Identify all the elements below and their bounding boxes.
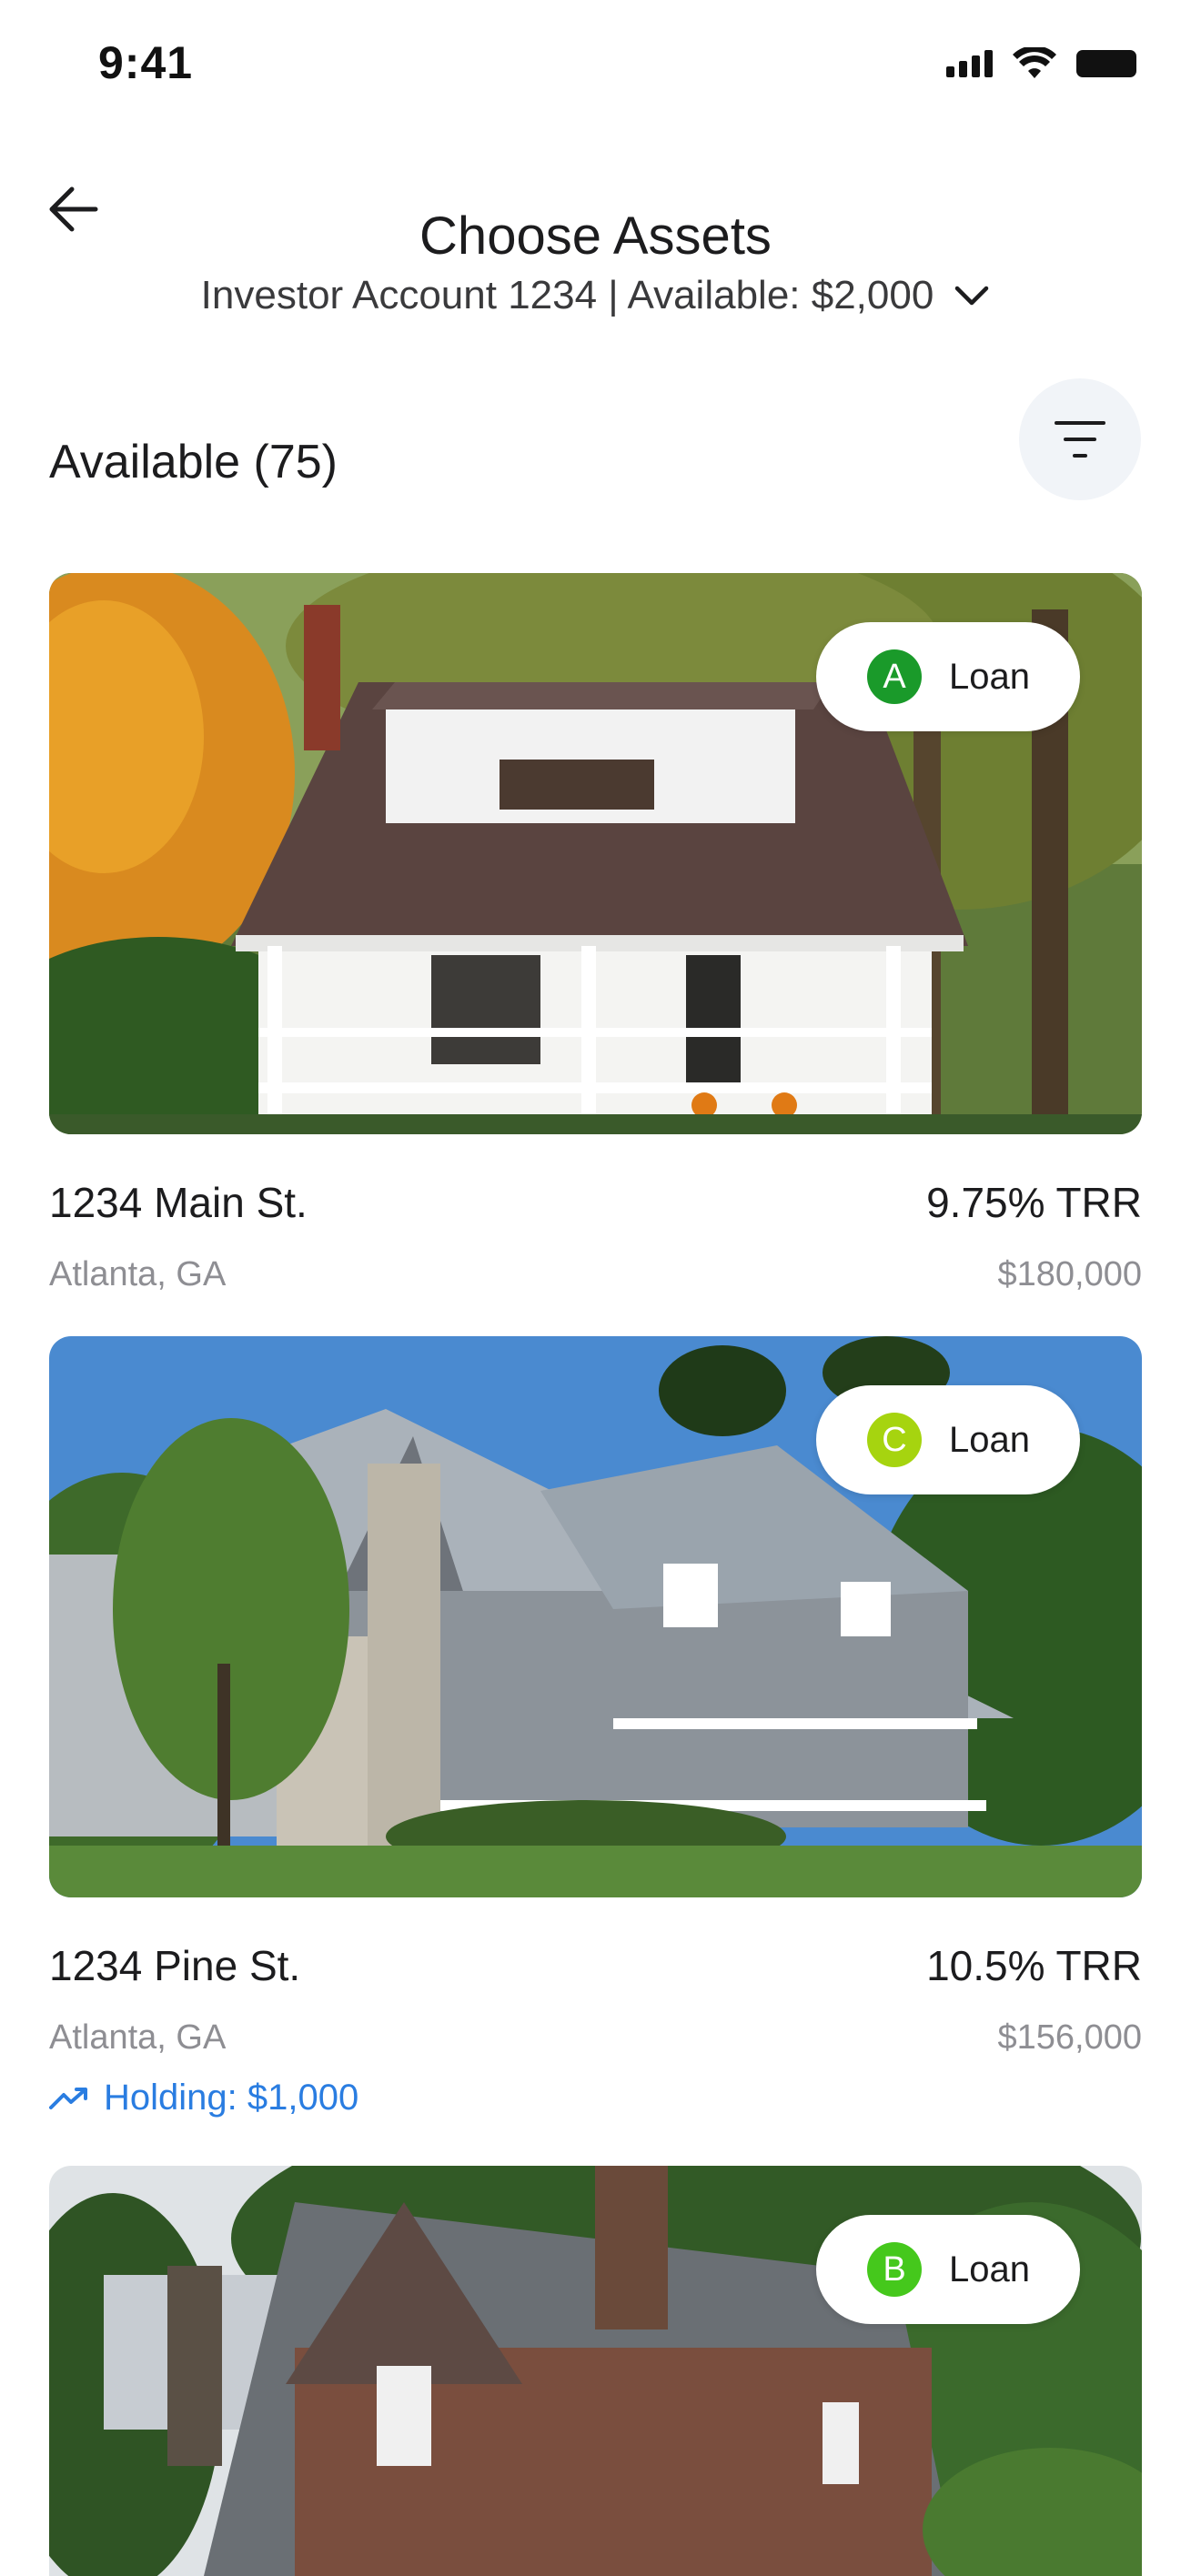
property-photo[interactable]: B Loan bbox=[49, 2166, 1142, 2576]
asset-city: Atlanta, GA bbox=[49, 2018, 227, 2057]
property-photo[interactable]: A Loan bbox=[49, 573, 1142, 1134]
asset-address: 1234 Main St. bbox=[49, 1179, 308, 1226]
asset-card[interactable]: A Loan 1234 Main St. 9.75% TRR Atlanta, … bbox=[49, 573, 1142, 1293]
asset-price: $180,000 bbox=[997, 1255, 1143, 1293]
asset-trr: 9.75% TRR bbox=[926, 1179, 1142, 1226]
property-photo[interactable]: C Loan bbox=[49, 1336, 1142, 1897]
grade-badge: C bbox=[867, 1413, 922, 1467]
filter-button[interactable] bbox=[1019, 378, 1141, 500]
chevron-down-icon bbox=[955, 286, 989, 306]
asset-trr: 10.5% TRR bbox=[926, 1942, 1142, 1989]
asset-city: Atlanta, GA bbox=[49, 1255, 227, 1293]
status-icons bbox=[946, 47, 1136, 80]
asset-card[interactable]: B Loan bbox=[49, 2166, 1142, 2576]
holding-amount: Holding: $1,000 bbox=[104, 2078, 359, 2118]
asset-address: 1234 Pine St. bbox=[49, 1942, 301, 1989]
asset-price: $156,000 bbox=[997, 2018, 1143, 2057]
asset-type-label: Loan bbox=[949, 656, 1030, 697]
loan-badge: C Loan bbox=[816, 1385, 1080, 1494]
holding-link[interactable]: Holding: $1,000 bbox=[49, 2078, 358, 2118]
status-bar: 9:41 bbox=[0, 0, 1191, 127]
trending-up-icon bbox=[49, 2087, 87, 2109]
grade-badge: B bbox=[867, 2242, 922, 2297]
available-count-heading: Available (75) bbox=[49, 436, 338, 488]
grade-badge: A bbox=[867, 649, 922, 704]
asset-type-label: Loan bbox=[949, 1419, 1030, 1460]
cellular-signal-icon bbox=[946, 50, 993, 77]
asset-card[interactable]: C Loan 1234 Pine St. 10.5% TRR Atlanta, … bbox=[49, 1336, 1142, 2118]
account-selector[interactable]: Investor Account 1234 | Available: $2,00… bbox=[0, 273, 1191, 318]
wifi-icon bbox=[1013, 47, 1056, 78]
page-title: Choose Assets bbox=[419, 206, 772, 266]
loan-badge: A Loan bbox=[816, 622, 1080, 731]
account-label: Investor Account 1234 | Available: $2,00… bbox=[200, 273, 934, 317]
battery-icon bbox=[1076, 50, 1136, 77]
asset-type-label: Loan bbox=[949, 2249, 1030, 2289]
status-time: 9:41 bbox=[98, 37, 194, 88]
loan-badge: B Loan bbox=[816, 2215, 1080, 2324]
filter-icon bbox=[1055, 421, 1105, 458]
